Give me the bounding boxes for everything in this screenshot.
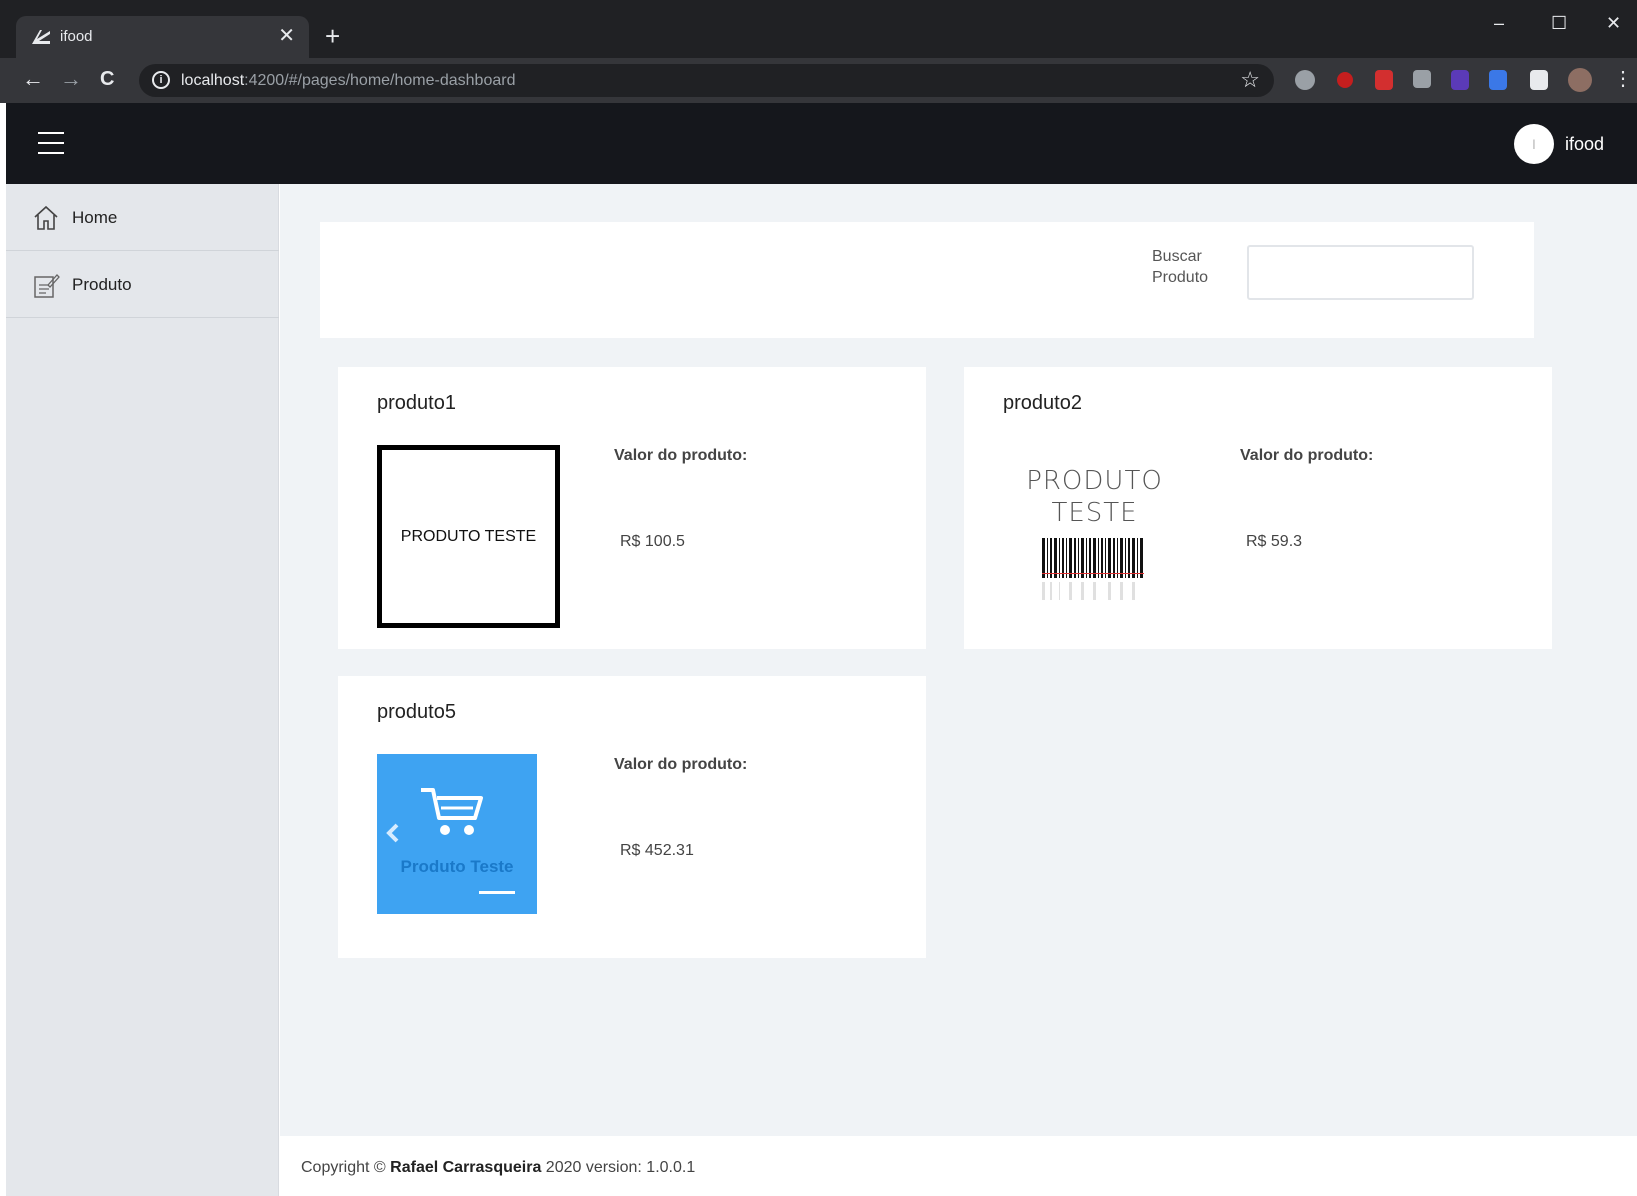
new-tab-button[interactable]: +	[325, 22, 340, 50]
author-name: Rafael Carrasqueira	[390, 1159, 542, 1176]
price-value: R$ 100.5	[620, 533, 685, 550]
avatar[interactable]: I	[1514, 124, 1554, 164]
sidebar-item-produto[interactable]: Produto	[6, 251, 279, 318]
carousel-indicator	[479, 891, 515, 894]
url-text: localhost:4200/#/pages/home/home-dashboa…	[181, 72, 516, 89]
bookmark-star-icon[interactable]: ☆	[1240, 68, 1260, 92]
product-image: PRODUTO TESTE	[377, 445, 560, 628]
sidebar-item-home[interactable]: Home	[6, 184, 279, 251]
edit-icon	[32, 271, 60, 299]
product-card[interactable]: produto2 PRODUTO TESTE Valor do produto:…	[964, 367, 1552, 649]
product-name: produto2	[1003, 392, 1082, 414]
price-value: R$ 59.3	[1246, 533, 1303, 550]
menu-kebab-icon[interactable]: ⋮	[1613, 66, 1633, 92]
hamburger-menu-icon[interactable]	[38, 132, 64, 154]
product-card[interactable]: produto1 PRODUTO TESTE Valor do produto:…	[338, 367, 926, 649]
search-label: Buscar Produto	[1152, 248, 1209, 286]
reload-icon[interactable]: C	[100, 66, 114, 92]
translate-icon[interactable]	[1413, 70, 1431, 88]
address-bar[interactable]: i localhost:4200/#/pages/home/home-dashb…	[139, 64, 1274, 97]
product-image-text: Produto Teste	[400, 857, 514, 876]
ublock-icon[interactable]	[1337, 72, 1353, 88]
ifood-favicon-icon	[30, 27, 52, 47]
search-input[interactable]	[1247, 245, 1474, 300]
extension-icon[interactable]	[1489, 70, 1507, 90]
extension-icon[interactable]	[1295, 70, 1315, 90]
product-name: produto1	[377, 392, 456, 414]
product-image: PRODUTO TESTE	[1003, 445, 1186, 628]
app-header: I ifood	[6, 103, 1637, 184]
product-image: Produto Teste	[377, 754, 537, 914]
tab-bar: ifood ✕ + – ☐ ✕	[0, 0, 1637, 58]
home-icon	[32, 204, 60, 232]
forward-arrow-icon[interactable]: →	[60, 66, 82, 92]
info-icon[interactable]: i	[152, 71, 170, 89]
price-value: R$ 452.31	[620, 842, 694, 859]
angular-icon[interactable]	[1375, 70, 1393, 90]
profile-avatar-icon[interactable]	[1568, 68, 1592, 92]
price-label: Valor do produto:	[1240, 447, 1374, 464]
footer: Copyright © Rafael Carrasqueira 2020 ver…	[280, 1136, 1637, 1196]
price-label: Valor do produto:	[614, 447, 748, 464]
barcode-icon	[1042, 538, 1144, 600]
product-name: produto5	[377, 701, 456, 723]
tab-close-icon[interactable]: ✕	[278, 25, 295, 47]
browser-tab[interactable]: ifood ✕	[16, 16, 309, 58]
tab-title: ifood	[60, 28, 93, 45]
copyright-text: Copyright © Rafael Carrasqueira 2020 ver…	[301, 1159, 696, 1176]
maximize-button[interactable]: ☐	[1551, 12, 1567, 34]
minimize-button[interactable]: –	[1494, 12, 1504, 34]
price-label: Valor do produto:	[614, 756, 748, 773]
sidebar-item-label: Produto	[72, 275, 132, 294]
close-window-button[interactable]: ✕	[1606, 12, 1621, 34]
browser-chrome: ifood ✕ + – ☐ ✕ ← → C i localhost:4200/#…	[0, 0, 1637, 103]
product-image-text: PRODUTO TESTE	[1026, 466, 1163, 528]
extension-icon[interactable]	[1451, 70, 1469, 90]
sidebar-item-label: Home	[72, 208, 118, 227]
back-arrow-icon[interactable]: ←	[22, 66, 44, 92]
chevron-left-icon	[386, 823, 399, 843]
product-card[interactable]: produto5 Produto Teste Valor do produto:…	[338, 676, 926, 958]
shopping-cart-icon	[421, 788, 483, 835]
search-card: Buscar Produto	[320, 222, 1534, 338]
browser-toolbar: ← → C i localhost:4200/#/pages/home/home…	[0, 58, 1637, 103]
sidebar: Home Produto	[6, 184, 279, 1196]
product-image-text: PRODUTO TESTE	[400, 527, 537, 545]
main-content: Buscar Produto produto1 PRODUTO TESTE Va…	[280, 184, 1637, 1136]
puzzle-icon[interactable]	[1530, 70, 1548, 90]
user-name[interactable]: ifood	[1565, 133, 1604, 155]
